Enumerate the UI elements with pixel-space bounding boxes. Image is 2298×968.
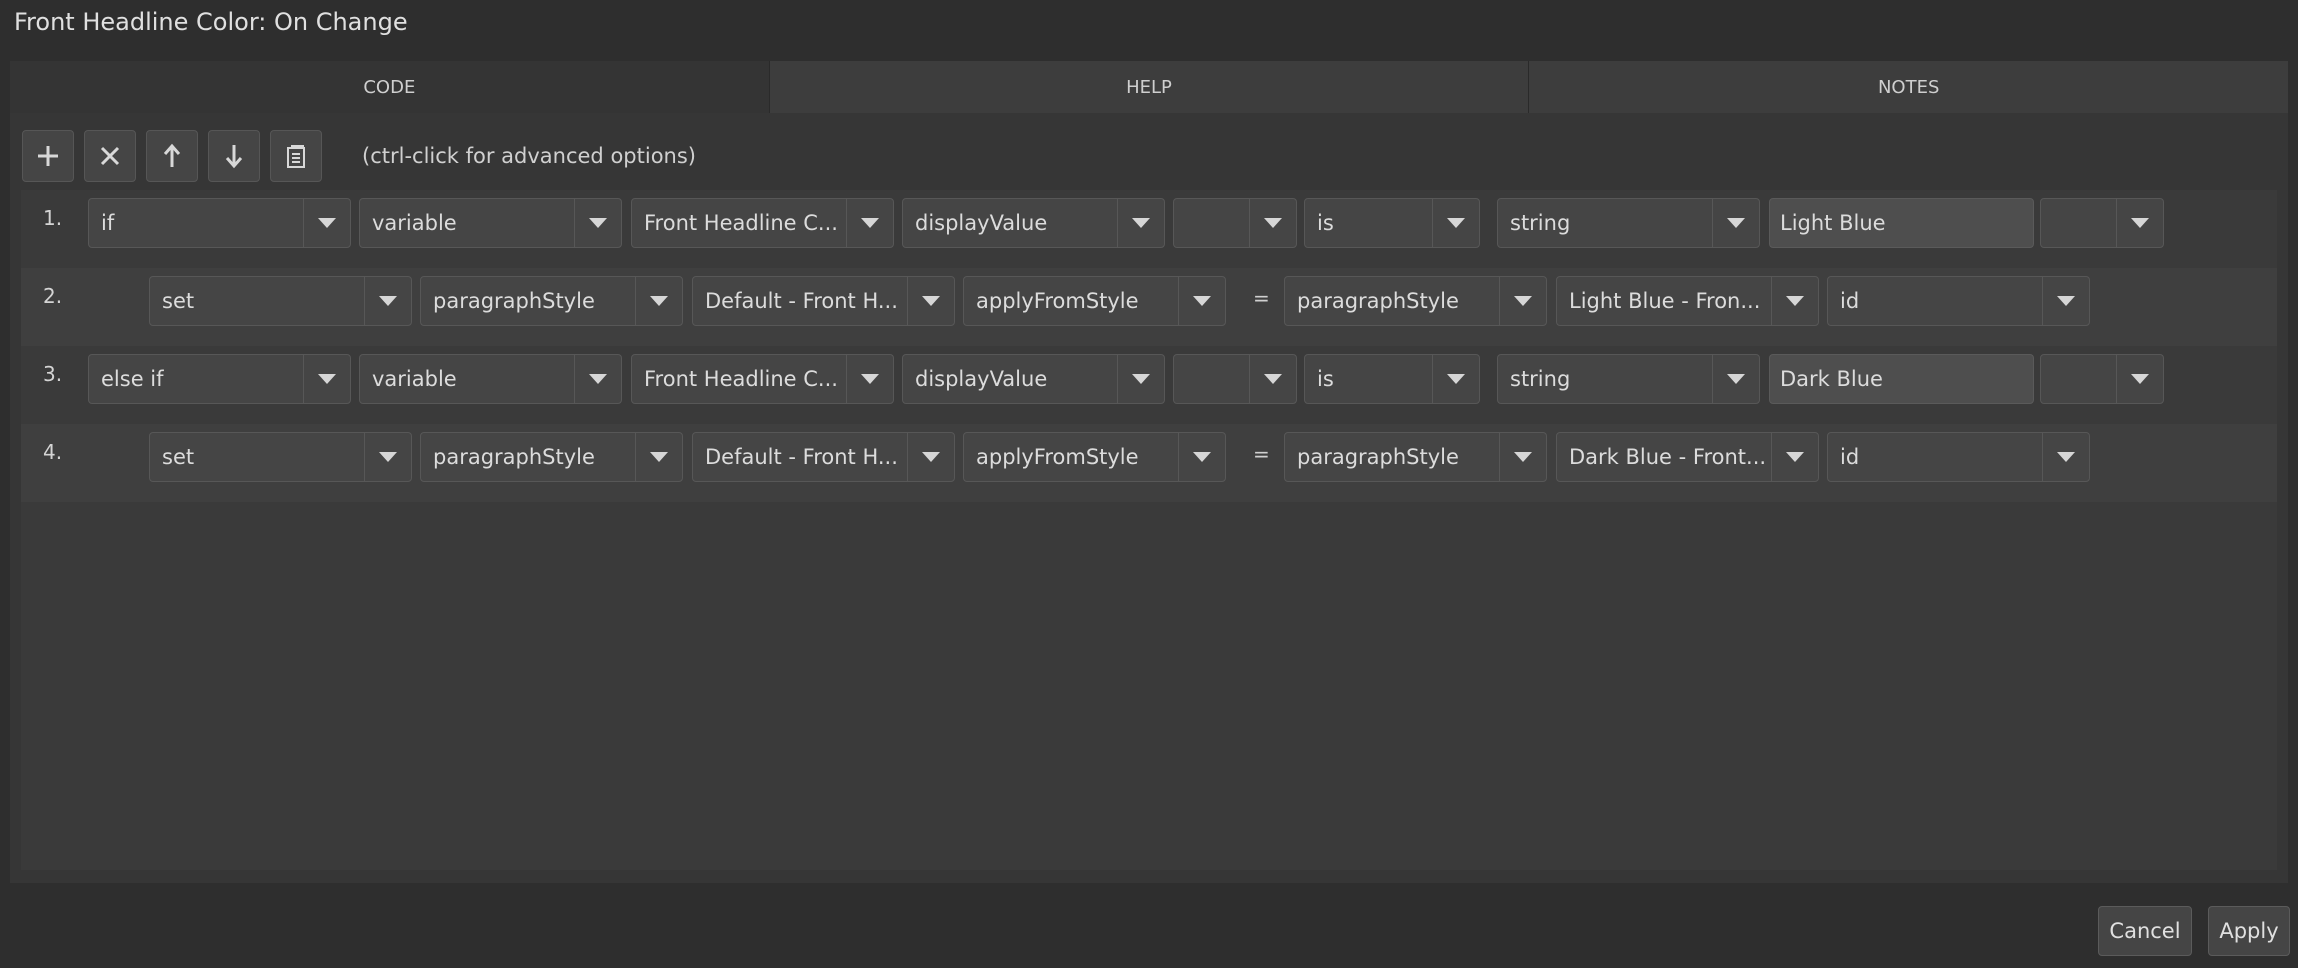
chevron-down-icon bbox=[861, 374, 879, 384]
value-type-select[interactable]: string bbox=[1497, 198, 1760, 248]
delete-line-button[interactable] bbox=[84, 130, 136, 182]
chevron-down-icon bbox=[1132, 374, 1150, 384]
close-icon bbox=[100, 146, 120, 166]
move-up-button[interactable] bbox=[146, 130, 198, 182]
chevron-down-icon bbox=[2057, 452, 2075, 462]
value-type-select[interactable]: string bbox=[1497, 354, 1760, 404]
property-select[interactable]: applyFromStyle bbox=[963, 276, 1226, 326]
target-select[interactable]: Front Headline C... bbox=[631, 198, 894, 248]
value-select[interactable]: Light Blue - Fron... bbox=[1556, 276, 1819, 326]
chevron-down-icon bbox=[922, 296, 940, 306]
chevron-down-icon bbox=[1193, 296, 1211, 306]
target-select[interactable]: Front Headline C... bbox=[631, 354, 894, 404]
code-row-1: 1. if variable Front Headline C... displ… bbox=[21, 190, 2277, 268]
property-select[interactable]: applyFromStyle bbox=[963, 432, 1226, 482]
chevron-down-icon bbox=[1447, 218, 1465, 228]
chevron-down-icon bbox=[1132, 218, 1150, 228]
chevron-down-icon bbox=[1786, 452, 1804, 462]
code-area: 1. if variable Front Headline C... displ… bbox=[21, 190, 2277, 870]
value-type-select[interactable]: paragraphStyle bbox=[1284, 432, 1547, 482]
operator-select[interactable]: is bbox=[1304, 198, 1480, 248]
chevron-down-icon bbox=[650, 452, 668, 462]
chevron-down-icon bbox=[589, 374, 607, 384]
type-select[interactable]: paragraphStyle bbox=[420, 432, 683, 482]
arrow-down-icon bbox=[225, 145, 243, 169]
row-number: 3. bbox=[43, 362, 63, 386]
tab-notes[interactable]: NOTES bbox=[1529, 61, 2289, 113]
clipboard-icon bbox=[287, 145, 305, 168]
assignment-operator: = bbox=[1253, 442, 1270, 466]
row-number: 2. bbox=[43, 284, 63, 308]
row-number: 4. bbox=[43, 440, 63, 464]
chevron-down-icon bbox=[589, 218, 607, 228]
target-select[interactable]: Default - Front H... bbox=[692, 276, 955, 326]
cancel-button[interactable]: Cancel bbox=[2098, 906, 2192, 956]
keyword-select[interactable]: if bbox=[88, 198, 351, 248]
chevron-down-icon bbox=[318, 374, 336, 384]
tab-help[interactable]: HELP bbox=[769, 61, 1530, 113]
chevron-down-icon bbox=[1264, 374, 1282, 384]
chevron-down-icon bbox=[318, 218, 336, 228]
extra-select[interactable]: id bbox=[1827, 276, 2090, 326]
chevron-down-icon bbox=[1514, 452, 1532, 462]
chevron-down-icon bbox=[2057, 296, 2075, 306]
copy-code-button[interactable] bbox=[270, 130, 322, 182]
dialog-title: Front Headline Color: On Change bbox=[14, 8, 408, 36]
chevron-down-icon bbox=[2131, 218, 2149, 228]
code-row-4: 4. set paragraphStyle Default - Front H.… bbox=[21, 424, 2277, 502]
value-input[interactable] bbox=[1769, 354, 2034, 404]
chevron-down-icon bbox=[1727, 374, 1745, 384]
extra-select[interactable] bbox=[2040, 354, 2164, 404]
arrow-up-icon bbox=[163, 143, 181, 167]
plus-icon bbox=[38, 146, 58, 166]
tab-code[interactable]: CODE bbox=[10, 61, 770, 113]
chevron-down-icon bbox=[2131, 374, 2149, 384]
modifier-select[interactable] bbox=[1173, 354, 1297, 404]
target-select[interactable]: Default - Front H... bbox=[692, 432, 955, 482]
property-select[interactable]: displayValue bbox=[902, 354, 1165, 404]
type-select[interactable]: variable bbox=[359, 198, 622, 248]
move-down-button[interactable] bbox=[208, 130, 260, 182]
value-select[interactable]: Dark Blue - Front... bbox=[1556, 432, 1819, 482]
chevron-down-icon bbox=[379, 296, 397, 306]
apply-button[interactable]: Apply bbox=[2208, 906, 2290, 956]
chevron-down-icon bbox=[1193, 452, 1211, 462]
chevron-down-icon bbox=[922, 452, 940, 462]
extra-select[interactable] bbox=[2040, 198, 2164, 248]
chevron-down-icon bbox=[1264, 218, 1282, 228]
extra-select[interactable]: id bbox=[1827, 432, 2090, 482]
type-select[interactable]: paragraphStyle bbox=[420, 276, 683, 326]
chevron-down-icon bbox=[861, 218, 879, 228]
add-line-button[interactable] bbox=[22, 130, 74, 182]
value-type-select[interactable]: paragraphStyle bbox=[1284, 276, 1547, 326]
modifier-select[interactable] bbox=[1173, 198, 1297, 248]
chevron-down-icon bbox=[1786, 296, 1804, 306]
chevron-down-icon bbox=[1514, 296, 1532, 306]
keyword-select[interactable]: set bbox=[149, 276, 412, 326]
editor-panel: CODE HELP NOTES (ctrl-click for advanced… bbox=[10, 61, 2289, 883]
operator-select[interactable]: is bbox=[1304, 354, 1480, 404]
code-row-3: 3. else if variable Front Headline C... … bbox=[21, 346, 2277, 424]
type-select[interactable]: variable bbox=[359, 354, 622, 404]
chevron-down-icon bbox=[379, 452, 397, 462]
code-toolbar: (ctrl-click for advanced options) bbox=[22, 129, 696, 183]
property-select[interactable]: displayValue bbox=[902, 198, 1165, 248]
chevron-down-icon bbox=[650, 296, 668, 306]
keyword-select[interactable]: set bbox=[149, 432, 412, 482]
keyword-select[interactable]: else if bbox=[88, 354, 351, 404]
assignment-operator: = bbox=[1253, 286, 1270, 310]
code-row-2: 2. set paragraphStyle Default - Front H.… bbox=[21, 268, 2277, 346]
chevron-down-icon bbox=[1727, 218, 1745, 228]
toolbar-hint: (ctrl-click for advanced options) bbox=[362, 144, 696, 168]
row-number: 1. bbox=[43, 206, 63, 230]
chevron-down-icon bbox=[1447, 374, 1465, 384]
tab-bar: CODE HELP NOTES bbox=[10, 61, 2289, 113]
value-input[interactable] bbox=[1769, 198, 2034, 248]
